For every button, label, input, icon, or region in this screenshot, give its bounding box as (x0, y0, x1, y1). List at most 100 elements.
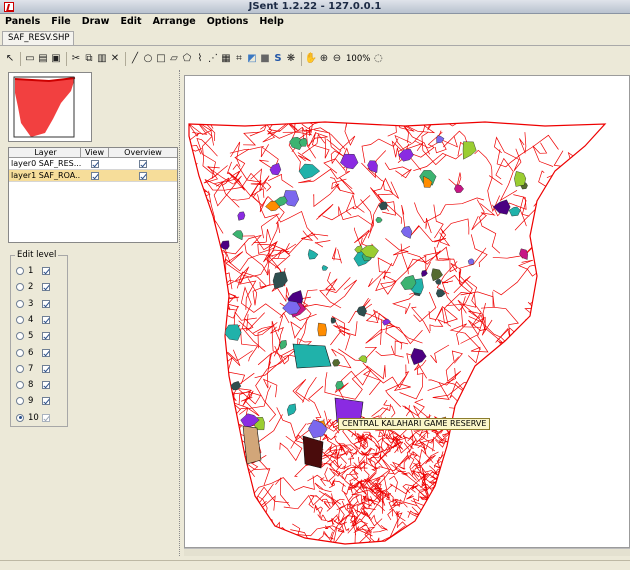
edit-level-title: Edit level (15, 250, 59, 260)
paste-icon[interactable]: ▥ (96, 52, 108, 66)
zoom-fit-icon[interactable]: ◌ (372, 52, 384, 66)
copy-icon[interactable]: ⧉ (83, 52, 95, 66)
edit-level-number: 1 (28, 266, 34, 276)
menu-arrange[interactable]: Arrange (148, 14, 202, 27)
line-icon[interactable]: ╱ (129, 52, 141, 66)
edit-level-radio[interactable] (16, 397, 24, 406)
title-bar: JSent 1.2.22 - 127.0.0.1 (0, 0, 630, 14)
parallelogram-icon[interactable]: ▱ (168, 52, 180, 66)
edit-level-radio[interactable] (16, 283, 24, 292)
zoom-in-icon[interactable]: ⊕ (318, 52, 330, 66)
polyline-icon[interactable]: ⌇ (194, 52, 206, 66)
edit-level-checkbox[interactable] (42, 332, 50, 341)
style-icon[interactable]: S (272, 52, 284, 66)
edit-level-row: 1 (16, 265, 50, 277)
edit-level-radio[interactable] (16, 364, 24, 373)
reserve-polygon (506, 429, 523, 442)
image-icon[interactable]: ◩ (246, 52, 258, 66)
overview-panel[interactable] (8, 72, 92, 142)
layer-row-selected[interactable]: layer1 SAF_ROA... (9, 170, 177, 182)
delete-icon[interactable]: ✕ (109, 52, 121, 66)
grid-icon[interactable]: ▦ (220, 52, 232, 66)
edit-level-checkbox[interactable] (42, 397, 50, 406)
ellipse-icon[interactable]: ○ (142, 52, 154, 66)
edit-level-number: 7 (28, 363, 34, 374)
mesh-icon[interactable]: ⌗ (233, 52, 245, 66)
zoom-out-icon[interactable]: ⊖ (331, 52, 343, 66)
layer-view-checkbox[interactable] (91, 159, 99, 168)
edit-level-radio[interactable] (16, 267, 24, 275)
edit-level-number: 5 (28, 331, 34, 342)
menu-edit[interactable]: Edit (115, 14, 147, 27)
properties-icon[interactable]: ▤ (37, 52, 49, 66)
reserve-polygon (302, 435, 324, 469)
menu-file[interactable]: File (46, 14, 76, 27)
save-icon[interactable]: ▣ (50, 52, 62, 66)
feature-tooltip: CENTRAL KALAHARI GAME RESERVE (338, 418, 491, 430)
reserve-polygon (492, 415, 499, 422)
cut-icon[interactable]: ✂ (70, 52, 82, 66)
edit-level-checkbox[interactable] (42, 315, 50, 324)
menu-draw[interactable]: Draw (77, 14, 116, 27)
edit-level-radio[interactable] (16, 332, 24, 341)
polygon-icon[interactable]: ⬠ (181, 52, 193, 66)
open-icon[interactable]: ▭ (24, 52, 36, 66)
edit-level-number: 8 (28, 380, 34, 391)
status-bar (0, 560, 630, 570)
tab-divider (0, 45, 630, 46)
map-drawing[interactable] (185, 76, 630, 548)
edit-level-radio[interactable] (16, 299, 24, 308)
edit-level-checkbox[interactable] (42, 283, 50, 292)
symbol-icon[interactable]: ❋ (285, 52, 297, 66)
edit-level-checkbox[interactable] (42, 348, 50, 357)
map-canvas[interactable]: CENTRAL KALAHARI GAME RESERVE (184, 75, 630, 548)
toolbar: ↖ ▭ ▤ ▣ ✂ ⧉ ▥ ✕ ╱ ○ □ ▱ ⬠ ⌇ ⋰ ▦ ⌗ ◩ ■ S ❋ ✋ ⊕ ⊖ 100% ◌ (4, 50, 630, 68)
edit-level-radio[interactable] (16, 348, 24, 357)
fill-icon[interactable]: ■ (259, 52, 271, 66)
header-overview[interactable]: Overview (109, 148, 177, 157)
edit-level-number: 2 (28, 282, 34, 293)
edit-level-checkbox[interactable] (42, 299, 50, 308)
layer-name: layer1 SAF_ROA... (11, 171, 81, 180)
select-arrow-icon[interactable]: ↖ (4, 52, 16, 66)
layer-overview-checkbox[interactable] (139, 171, 147, 180)
overview-map (13, 76, 76, 138)
menu-help[interactable]: Help (254, 14, 289, 27)
edit-level-checkbox[interactable] (42, 381, 50, 390)
layer-overview-checkbox[interactable] (139, 159, 147, 168)
vertex-icon[interactable]: ⋰ (207, 52, 219, 66)
header-view[interactable]: View (81, 148, 109, 157)
edit-level-row: 6 (16, 347, 50, 359)
menu-options[interactable]: Options (202, 14, 255, 27)
layer-row[interactable]: layer0 SAF_RES... (9, 158, 177, 170)
edit-level-row: 3 (16, 298, 50, 310)
horizontal-scrollbar[interactable] (184, 548, 630, 556)
panel-splitter[interactable] (179, 70, 183, 556)
toolbar-separator (20, 52, 21, 66)
edit-level-radio[interactable] (16, 381, 24, 390)
window-title: JSent 1.2.22 - 127.0.0.1 (248, 1, 382, 12)
reserve-polygon (211, 391, 221, 402)
menu-panels[interactable]: Panels (0, 14, 46, 27)
edit-level-number: 9 (28, 396, 34, 407)
edit-level-row: 8 (16, 379, 50, 391)
document-tab[interactable]: SAF_RESV.SHP (2, 31, 74, 45)
edit-level-group: Edit level 1 2 3 4 5 6 7 8 9 10 (10, 250, 68, 427)
edit-level-checkbox[interactable] (42, 267, 50, 275)
edit-level-number: 6 (28, 347, 34, 358)
reserve-polygon (317, 322, 327, 337)
edit-level-checkbox[interactable] (42, 413, 50, 422)
rectangle-icon[interactable]: □ (155, 52, 167, 66)
layer-table-header: Layer View Overview (9, 148, 177, 158)
edit-level-row: 10 (16, 412, 50, 424)
header-layer[interactable]: Layer (9, 148, 81, 157)
edit-level-row: 7 (16, 363, 50, 375)
pan-icon[interactable]: ✋ (305, 52, 317, 66)
edit-level-radio[interactable] (16, 315, 24, 324)
layer-view-checkbox[interactable] (91, 171, 99, 180)
edit-level-checkbox[interactable] (42, 364, 50, 373)
edit-level-row: 4 (16, 314, 50, 326)
reserve-polygon (503, 413, 513, 423)
reserve-polygon (487, 396, 498, 409)
edit-level-radio[interactable] (16, 413, 24, 422)
